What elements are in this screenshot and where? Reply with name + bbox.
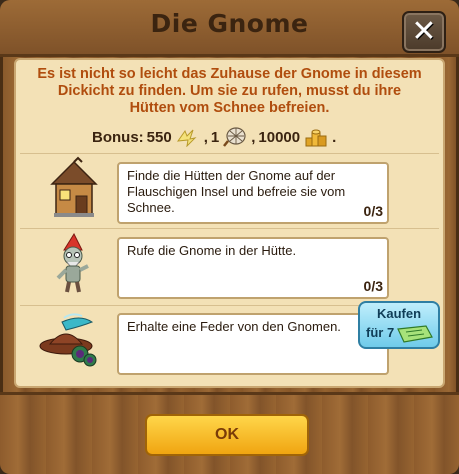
bonus-energy-amount: 550 [146, 128, 172, 146]
bonus-separator-2: , [251, 128, 256, 146]
buy-price-value: 7 [386, 325, 395, 340]
bonus-separator-1: , [203, 128, 208, 146]
bonus-row: Bonus: 550 , 1 , 10000 . [92, 126, 336, 148]
gnome-hut-icon [44, 156, 104, 220]
task-card-1: Finde die Hütten der Gnome auf der Flaus… [117, 162, 389, 224]
zombie-gnome-icon [44, 232, 104, 296]
description-line-1: Es ist nicht so leicht das Zuhause der G… [37, 66, 422, 82]
ticket-icon [396, 325, 434, 348]
bonus-coins-amount: 10000 [258, 128, 301, 146]
close-button[interactable]: ✕ [402, 11, 446, 53]
description-line-3: Hütten vom Schnee befreien. [129, 100, 330, 116]
gold-coins-icon [303, 127, 329, 147]
bonus-net-amount: 1 [210, 128, 220, 146]
divider [20, 228, 439, 229]
feather-hat-icon [36, 310, 97, 374]
buy-price: für 7 [366, 325, 394, 340]
quest-description: Es ist nicht so leicht das Zuhause der G… [18, 66, 441, 117]
buy-label: Kaufen [376, 306, 422, 321]
ok-button[interactable]: OK [145, 414, 309, 456]
close-icon: ✕ [411, 14, 437, 49]
buy-prefix: für [366, 325, 384, 340]
task-1-progress: 0/3 [363, 203, 383, 219]
divider [20, 153, 439, 154]
bonus-end: . [332, 128, 337, 146]
task-card-2: Rufe die Gnome in der Hütte. 0/3 [117, 237, 389, 299]
task-2-text: Rufe die Gnome in der Hütte. [127, 243, 297, 258]
energy-icon [175, 127, 201, 148]
task-card-3: Erhalte eine Feder von den Gnomen. [117, 313, 389, 375]
description-line-2: Dickicht zu finden. Um sie zu rufen, mus… [57, 83, 402, 99]
task-3-text: Erhalte eine Feder von den Gnomen. [127, 319, 341, 334]
net-icon [222, 127, 248, 147]
task-2-progress: 0/3 [363, 278, 383, 294]
task-1-text: Finde die Hütten der Gnome auf der Flaus… [127, 168, 346, 215]
dialog-title: Die Gnome [150, 9, 309, 38]
ok-label: OK [215, 426, 239, 443]
bonus-label: Bonus: [92, 128, 144, 146]
buy-button[interactable]: Kaufen für 7 [358, 301, 440, 349]
